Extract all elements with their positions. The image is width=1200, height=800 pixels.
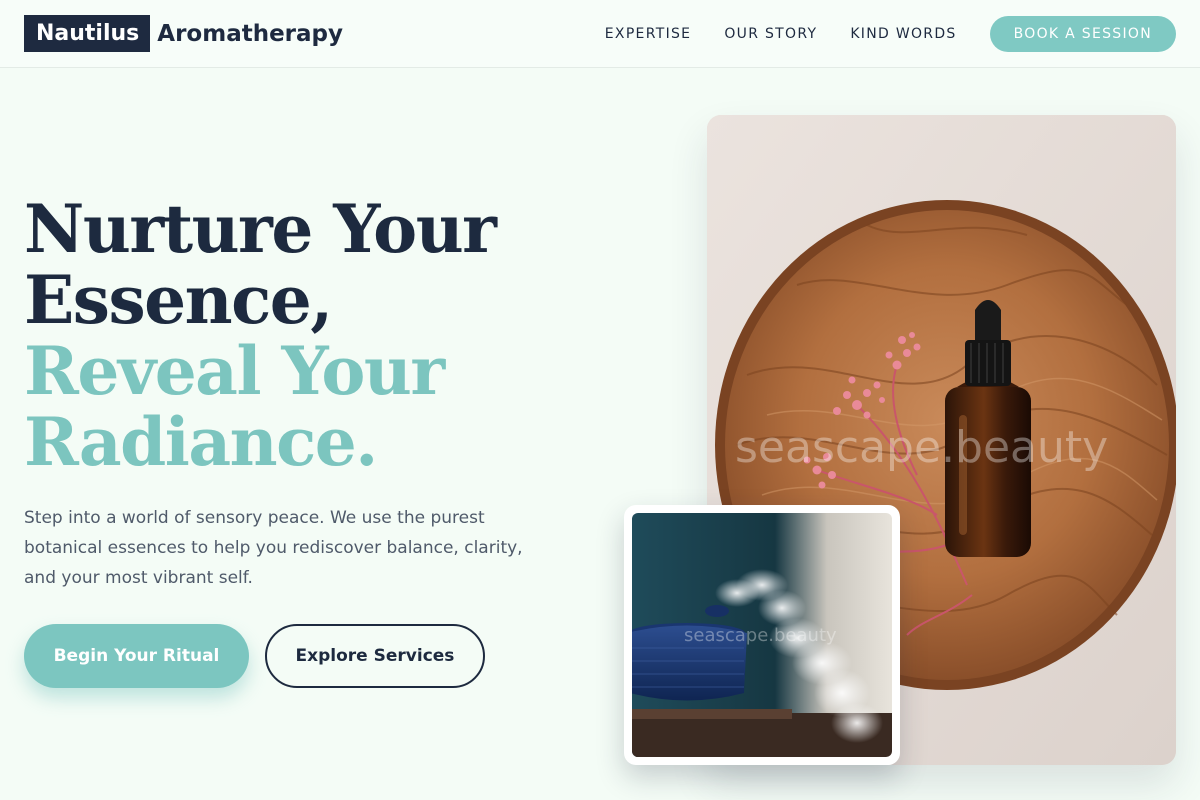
book-session-button[interactable]: BOOK A SESSION <box>989 16 1176 52</box>
hero-title-line-1: Nurture Your <box>24 190 497 268</box>
hero-description: Step into a world of sensory peace. We u… <box>24 508 523 588</box>
logo-text: Aromatherapy <box>157 20 343 47</box>
main-nav: EXPERTISE OUR STORY KIND WORDS BOOK A SE… <box>605 16 1176 52</box>
brand-logo[interactable]: Nautilus Aromatherapy <box>24 15 343 52</box>
diffuser-illustration: seascape.beauty <box>632 513 892 757</box>
hero-title-line-3: Reveal Your <box>24 332 445 410</box>
nav-link-kind-words[interactable]: KIND WORDS <box>850 26 956 42</box>
hero-title: Nurture Your Essence, Reveal Your Radian… <box>24 194 584 478</box>
main-image-watermark: seascape.beauty <box>735 422 1108 473</box>
inset-image-watermark: seascape.beauty <box>684 625 837 646</box>
explore-services-button[interactable]: Explore Services <box>265 624 485 688</box>
logo-mark: Nautilus <box>24 15 151 52</box>
nav-link-expertise[interactable]: EXPERTISE <box>605 26 692 42</box>
hero-title-line-4: Radiance. <box>24 403 378 481</box>
diffuser-image-card: seascape.beauty <box>624 505 900 765</box>
nav-link-our-story[interactable]: OUR STORY <box>724 26 817 42</box>
diffuser-image: seascape.beauty <box>632 513 892 757</box>
hero-title-line-2: Essence, <box>24 261 333 339</box>
site-header: Nautilus Aromatherapy EXPERTISE OUR STOR… <box>0 0 1200 68</box>
begin-ritual-button[interactable]: Begin Your Ritual <box>24 624 249 688</box>
